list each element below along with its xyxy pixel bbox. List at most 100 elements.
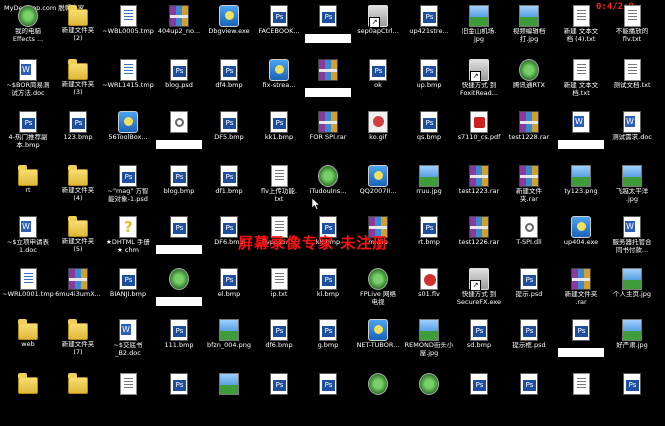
desktop-icon[interactable] [555,108,607,164]
desktop-icon[interactable]: ko.gif [352,108,404,164]
desktop-icon[interactable]: web [2,316,54,372]
desktop-icon[interactable]: sd.bmp [453,316,505,372]
desktop-icon[interactable] [153,370,205,426]
desktop-icon[interactable]: 测试文档.txt [606,56,658,112]
desktop-icon[interactable] [606,370,658,426]
desktop-icon[interactable]: 个人主页.jpg [606,265,658,321]
desktop-icon[interactable]: FOR SPI.rar [302,108,354,164]
desktop-icon[interactable]: ~$交底书 _B2.doc [102,316,154,372]
desktop-icon[interactable]: 我的电脑 Effects ... [2,2,54,58]
desktop-icon[interactable]: 111.bmp [153,316,205,372]
desktop-icon[interactable] [253,370,305,426]
desktop-icon[interactable]: kk1.bmp [253,108,305,164]
desktop-icon[interactable] [403,370,455,426]
desktop-icon[interactable] [352,370,404,426]
desktop-icon[interactable]: rt [2,162,54,218]
desktop-icon[interactable]: DF5.bmp [203,108,255,164]
desktop-icon[interactable]: blog.psd [153,56,205,112]
desktop-icon[interactable] [2,370,54,426]
desktop-icon[interactable]: test1223.rar [453,162,505,218]
desktop-icon[interactable]: 新建文件夹 (7) [52,316,104,372]
desktop-icon[interactable]: up404.exe [555,213,607,269]
desktop-icon[interactable]: df1.bmp [203,162,255,218]
desktop-icon[interactable]: 服务器托管合 同书付款... [606,213,658,269]
desktop-icon[interactable]: FACEBOOK... [253,2,305,58]
desktop-icon[interactable]: 提示.psd [503,265,555,321]
desktop-icon[interactable]: s7110_cs.pdf [453,108,505,164]
desktop-icon[interactable]: 测试需求.doc [606,108,658,164]
desktop-icon[interactable]: el.bmp [203,265,255,321]
desktop-icon[interactable]: ~$BOR简易测 试方法.doc [2,56,54,112]
desktop-icon[interactable]: sep0apCtrl... [352,2,404,58]
desktop-icon[interactable]: 新建文件夹 (3) [52,56,104,112]
desktop-icon[interactable]: 6mu4i3umX... [52,265,104,321]
desktop-icon[interactable] [302,2,354,58]
desktop-icon[interactable]: test1226.rar [453,213,505,269]
desktop-icon[interactable]: s01.flv [403,265,455,321]
desktop-icon[interactable]: QQ2007II... [352,162,404,218]
desktop-icon[interactable]: 视频编辑档 打.jpg [503,2,555,58]
desktop-icon[interactable]: ~$立项申请表 1.doc [2,213,54,269]
desktop-icon[interactable]: 404up2_no... [153,2,205,58]
desktop-icon[interactable]: 不能播放的 flv.txt [606,2,658,58]
desktop-icon[interactable]: ~WRL1415.tmp [102,56,154,112]
desktop-icon[interactable]: 新建文件 夹.rar [503,162,555,218]
desktop-icon[interactable]: 腾讯通RTX [503,56,555,112]
desktop-icon[interactable]: up.bmp [403,56,455,112]
desktop-icon[interactable]: rt.bmp [403,213,455,269]
desktop-icon[interactable]: df4.bmp [203,56,255,112]
desktop-icon[interactable]: 123.bmp [52,108,104,164]
desktop-icon[interactable]: 56ToolBox... [102,108,154,164]
desktop-icon[interactable]: up421stre... [403,2,455,58]
desktop[interactable]: MyDesktop.com 脱帽小家 0:4/2:9 我的电脑 Effects … [0,0,665,400]
desktop-icon[interactable] [453,370,505,426]
desktop-icon[interactable]: df6.bmp [253,316,305,372]
desktop-icon[interactable]: Dbgview.exe [203,2,255,58]
desktop-icon[interactable]: 新建文件夹 (2) [52,2,104,58]
desktop-icon[interactable]: ip.txt [253,265,305,321]
desktop-icon[interactable]: qs.bmp [403,108,455,164]
desktop-icon[interactable] [153,213,205,269]
desktop-icon[interactable]: 旧金山机场. jpg [453,2,505,58]
desktop-icon[interactable]: test1228.rar [503,108,555,164]
desktop-icon[interactable]: 飞越太平洋 .jpg [606,162,658,218]
desktop-icon[interactable] [203,370,255,426]
desktop-icon[interactable]: 快捷方式 到 FoxitRead... [453,56,505,112]
desktop-icon[interactable]: ty123.png [555,162,607,218]
desktop-icon[interactable]: ~"mag" 方智 能对象-1.psd [102,162,154,218]
desktop-icon[interactable] [302,56,354,112]
desktop-icon[interactable]: ~WBL0005.tmp [102,2,154,58]
desktop-icon[interactable] [302,370,354,426]
desktop-icon[interactable]: 4-热门推荐副 本.bmp [2,108,54,164]
desktop-icon[interactable]: rruu.jpg [403,162,455,218]
desktop-icon[interactable]: ★DHTML 手册 ★ chm [102,213,154,269]
desktop-icon[interactable]: 新建 文本文 档 (4).txt [555,2,607,58]
desktop-icon[interactable]: T-SPI.dll [503,213,555,269]
desktop-icon[interactable]: iTudouIns... [302,162,354,218]
desktop-icon[interactable]: 新建文件夹 .rar [555,265,607,321]
desktop-icon[interactable]: blog.bmp [153,162,205,218]
desktop-icon[interactable] [102,370,154,426]
desktop-icon[interactable]: 快捷方式 到 SecureFX.exe [453,265,505,321]
desktop-icon[interactable] [153,265,205,321]
desktop-icon[interactable]: .dll [153,108,205,164]
desktop-icon[interactable]: 新建文件夹 (5) [52,213,104,269]
desktop-icon[interactable]: fix-strea... [253,56,305,112]
desktop-icon[interactable] [52,370,104,426]
desktop-icon[interactable]: FPLive 网络 电视 [352,265,404,321]
desktop-icon[interactable]: 提示框.psd [503,316,555,372]
desktop-icon[interactable]: 新建文件夹 (4) [52,162,104,218]
desktop-icon[interactable]: BIANJI.bmp [102,265,154,321]
desktop-icon[interactable]: 新建 文本文 档.txt [555,56,607,112]
desktop-icon[interactable]: ok [352,56,404,112]
desktop-icon[interactable]: flv上传功能. txt [253,162,305,218]
desktop-icon[interactable] [503,370,555,426]
desktop-icon[interactable]: 好严肃.jpg [606,316,658,372]
desktop-icon[interactable]: kl.bmp [302,265,354,321]
desktop-icon[interactable]: REMOND街头小 屋.jpg [403,316,455,372]
desktop-icon[interactable]: bfzn_004.png [203,316,255,372]
desktop-icon[interactable]: NET-TUBOR... [352,316,404,372]
desktop-icon[interactable]: ~WRL0001.tmp [2,265,54,321]
desktop-icon[interactable]: g.bmp [302,316,354,372]
desktop-icon[interactable] [555,370,607,426]
